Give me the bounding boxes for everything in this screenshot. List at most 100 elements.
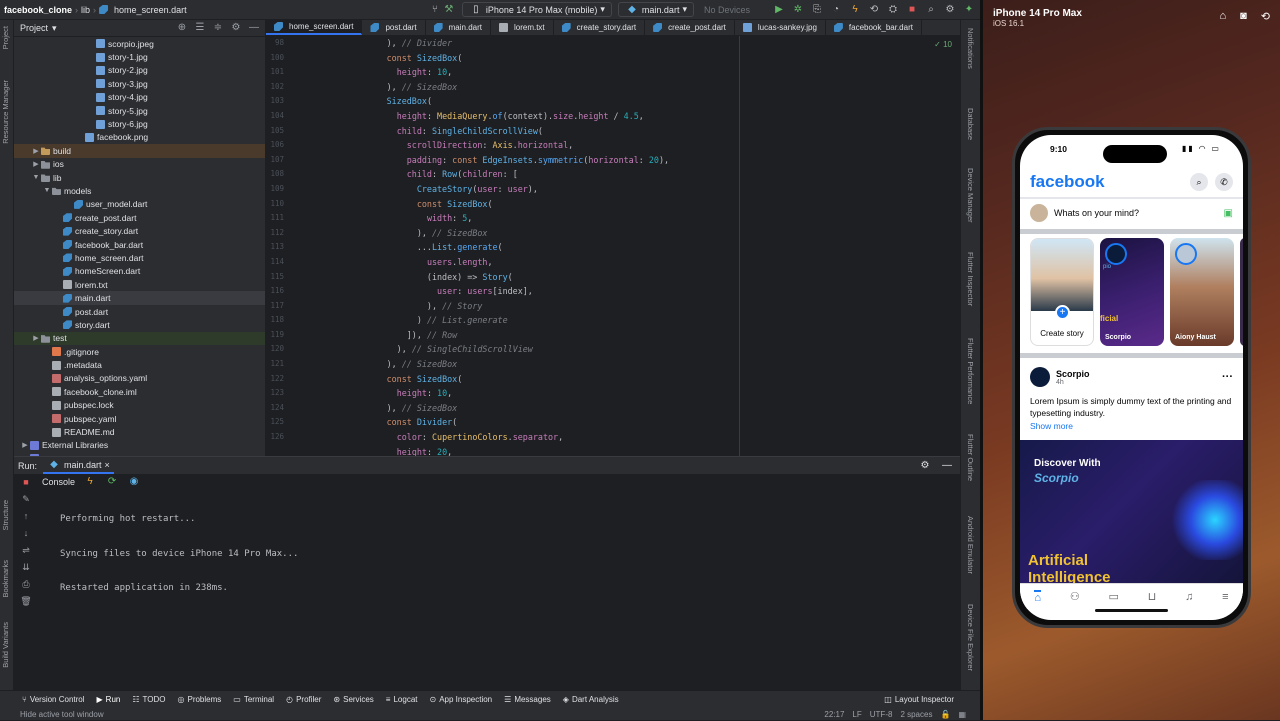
tree-item[interactable]: ▶ build — [14, 144, 265, 158]
story-card[interactable] — [1240, 238, 1243, 346]
run-tab-main[interactable]: ◆ main.dart × — [43, 457, 114, 474]
menu-tab-icon[interactable]: ≡ — [1222, 591, 1228, 603]
tree-item[interactable]: analysis_options.yaml — [14, 372, 265, 385]
structure-tool-button[interactable]: Structure — [1, 500, 10, 530]
tree-arrow-icon[interactable]: ▼ — [31, 174, 41, 181]
tree-item[interactable]: post.dart — [14, 305, 265, 318]
line-separator[interactable]: LF — [852, 710, 861, 719]
code-lines[interactable]: ), // Divider const SizedBox( height: 10… — [316, 36, 669, 456]
code-line[interactable]: scrollDirection: Axis.horizontal, — [316, 138, 669, 153]
indent-setting[interactable]: 2 spaces — [900, 710, 932, 719]
tree-item[interactable]: ▶ External Libraries — [14, 439, 265, 452]
tree-item[interactable]: home_screen.dart — [14, 251, 265, 264]
show-more-link[interactable]: Show more — [1030, 421, 1233, 431]
code-line[interactable]: child: SingleChildScrollView( — [316, 124, 669, 139]
code-line[interactable]: users.length, — [316, 255, 669, 270]
code-line[interactable]: SizedBox( — [316, 94, 669, 109]
create-post-bar[interactable]: Whats on your mind? ▣ — [1030, 203, 1233, 223]
tree-item[interactable]: story-1.jpg — [14, 50, 265, 63]
terminal-button[interactable]: ▭ Terminal — [233, 695, 274, 704]
tree-item[interactable]: scorpio.jpeg — [14, 37, 265, 50]
code-line[interactable]: ) // List.generate — [316, 313, 669, 328]
tree-item[interactable]: ▼ lib — [14, 171, 265, 184]
code-line[interactable]: (index) => Story( — [316, 270, 669, 285]
tree-item[interactable]: story-4.jpg — [14, 91, 265, 104]
up-icon[interactable]: ↑ — [18, 511, 34, 528]
code-line[interactable]: user: users[index], — [316, 284, 669, 299]
tree-item[interactable]: user_model.dart — [14, 198, 265, 211]
profiler-button[interactable]: ◴ Profiler — [286, 695, 321, 704]
search-icon[interactable]: ⌕ — [924, 3, 938, 17]
dart-analysis-button[interactable]: ◈ Dart Analysis — [563, 695, 619, 704]
stop-icon[interactable]: ■ — [18, 477, 34, 494]
stop-icon[interactable]: ■ — [905, 3, 919, 17]
home-tab-icon[interactable]: ⌂ — [1034, 589, 1042, 604]
tree-item[interactable]: story-6.jpg — [14, 117, 265, 130]
breadcrumb[interactable]: facebook_clone › lib › home_screen.dart — [0, 5, 191, 15]
tree-arrow-icon[interactable]: ▶ — [31, 147, 41, 155]
screenshot-icon[interactable]: ◙ — [1240, 10, 1247, 23]
code-line[interactable]: const SizedBox( — [316, 372, 669, 387]
code-line[interactable]: ...List.generate( — [316, 240, 669, 255]
settings-icon[interactable]: ⚙ — [943, 3, 957, 17]
tree-item[interactable]: pubspec.lock — [14, 399, 265, 412]
console-output[interactable]: Performing hot restart... Syncing files … — [60, 494, 298, 618]
tree-item[interactable]: .gitignore — [14, 345, 265, 358]
tree-item[interactable]: pubspec.yaml — [14, 412, 265, 425]
breadcrumb-project[interactable]: facebook_clone — [4, 5, 72, 15]
code-line[interactable]: height: 10, — [316, 386, 669, 401]
photo-icon[interactable]: ▣ — [1224, 208, 1233, 219]
code-line[interactable]: ), // SizedBox — [316, 401, 669, 416]
code-area[interactable]: 98 100 101 102 103 104 105 106 107 108 109 110 111 11… — [266, 36, 960, 456]
code-line[interactable]: CreateStory(user: user), — [316, 182, 669, 197]
tree-item[interactable]: story-2.jpg — [14, 64, 265, 77]
editor-tab[interactable]: facebook_bar.dart — [826, 20, 922, 35]
gear-icon[interactable]: ⚙ — [918, 459, 932, 473]
tree-item[interactable]: homeScreen.dart — [14, 265, 265, 278]
editor-tab[interactable]: home_screen.dart — [266, 20, 363, 35]
app-inspection-button[interactable]: ⊙ App Inspection — [430, 695, 493, 704]
tree-item[interactable]: story-3.jpg — [14, 77, 265, 90]
home-indicator[interactable] — [1095, 609, 1168, 612]
problems-button[interactable]: ◎ Problems — [178, 695, 222, 704]
file-encoding[interactable]: UTF-8 — [870, 710, 893, 719]
run-button[interactable]: ▶ Run — [97, 695, 121, 704]
project-title[interactable]: Project — [20, 23, 48, 33]
watch-tab-icon[interactable]: ▭ — [1109, 590, 1119, 603]
code-line[interactable]: height: 20, — [316, 445, 669, 456]
logcat-button[interactable]: ≡ Logcat — [386, 695, 418, 704]
code-line[interactable]: ), // SizedBox — [316, 226, 669, 241]
android-emulator-tool-button[interactable]: Android Emulator — [966, 516, 975, 574]
tree-item[interactable]: create_post.dart — [14, 211, 265, 224]
device-file-explorer-tool-button[interactable]: Device File Explorer — [966, 604, 975, 671]
tree-item[interactable]: ▼ models — [14, 184, 265, 197]
tree-item[interactable]: story.dart — [14, 318, 265, 331]
code-line[interactable]: color: CupertinoColors.separator, — [316, 430, 669, 445]
code-line[interactable]: width: 5, — [316, 211, 669, 226]
editor-tab[interactable]: lorem.txt — [491, 20, 554, 35]
devtools-icon[interactable]: ◉ — [127, 475, 141, 489]
code-line[interactable]: height: MediaQuery.of(context).size.heig… — [316, 109, 669, 124]
story-card[interactable]: Aiony Haust — [1170, 238, 1234, 346]
console-tab[interactable]: Console — [42, 477, 75, 487]
create-story-card[interactable]: + Create story — [1030, 238, 1094, 346]
search-icon[interactable]: ⌕ — [1190, 173, 1208, 191]
code-line[interactable]: ), // SizedBox — [316, 80, 669, 95]
tree-arrow-icon[interactable]: ▶ — [20, 441, 30, 449]
tree-item[interactable]: README.md — [14, 425, 265, 438]
caret-position[interactable]: 22:17 — [824, 710, 844, 719]
code-line[interactable]: ), // SizedBox — [316, 357, 669, 372]
tree-item[interactable]: create_story.dart — [14, 224, 265, 237]
hide-icon[interactable]: — — [940, 459, 954, 473]
run-config-selector[interactable]: ◆ main.dart ▾ — [617, 2, 694, 17]
scroll-end-icon[interactable]: ⇊ — [18, 562, 34, 579]
resource-manager-tool-button[interactable]: Resource Manager — [1, 80, 10, 144]
story-card[interactable]: pio ficial Scorpio — [1100, 238, 1164, 346]
notifications-tool-button[interactable]: Notifications — [966, 28, 975, 69]
down-icon[interactable]: ↓ — [18, 528, 34, 545]
lock-icon[interactable]: 🔓 — [940, 710, 950, 719]
tree-item[interactable]: facebook_bar.dart — [14, 238, 265, 251]
services-button[interactable]: ⊛ Services — [333, 695, 373, 704]
hot-restart-icon[interactable]: ⟳ — [105, 475, 119, 489]
code-line[interactable]: ), // SingleChildScrollView — [316, 342, 669, 357]
